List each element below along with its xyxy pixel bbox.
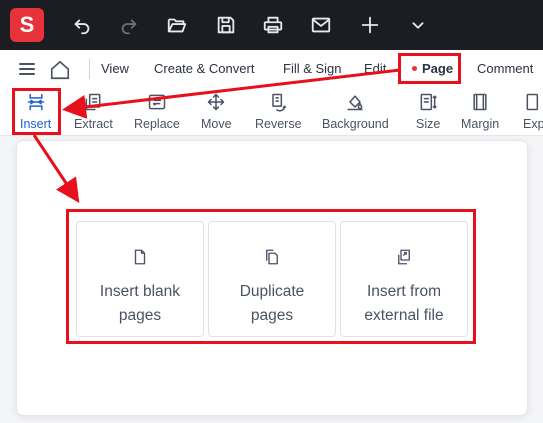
home-icon[interactable]	[49, 59, 71, 81]
email-icon[interactable]	[306, 10, 336, 40]
tool-reverse[interactable]: Reverse	[255, 92, 302, 131]
undo-icon[interactable]	[67, 10, 97, 40]
tool-move[interactable]: Move	[201, 92, 232, 131]
tool-replace-label: Replace	[134, 117, 180, 131]
save-icon[interactable]	[211, 10, 241, 40]
tool-export-label: Exp	[523, 117, 543, 131]
add-icon[interactable]	[355, 10, 385, 40]
app-logo[interactable]: S	[10, 8, 44, 42]
tool-margin-label: Margin	[461, 117, 500, 131]
menu-bar: View Create & Convert Fill & Sign Edit P…	[0, 50, 543, 88]
hamburger-menu-icon[interactable]	[18, 61, 36, 77]
menu-divider	[89, 59, 90, 79]
tool-size-label: Size	[416, 117, 441, 131]
page-toolbar: Insert Extract Replace Move Reverse Back…	[0, 88, 543, 136]
tool-export-truncated[interactable]: Exp	[523, 92, 543, 131]
menu-create-convert[interactable]: Create & Convert	[154, 61, 254, 76]
annotation-box-page-menu	[398, 53, 461, 84]
margin-icon	[473, 93, 487, 111]
reverse-icon	[272, 93, 287, 112]
annotation-box-insert-options	[66, 209, 476, 344]
open-folder-icon[interactable]	[162, 10, 192, 40]
export-icon	[526, 93, 538, 111]
tool-move-label: Move	[201, 117, 232, 131]
page-size-icon	[420, 93, 438, 111]
print-icon[interactable]	[258, 10, 288, 40]
title-bar: S	[0, 0, 543, 50]
menu-fill-sign[interactable]: Fill & Sign	[283, 61, 342, 76]
tool-extract[interactable]: Extract	[74, 92, 113, 131]
chevron-down-icon[interactable]	[403, 10, 433, 40]
tool-replace[interactable]: Replace	[134, 92, 180, 131]
tool-reverse-label: Reverse	[255, 117, 302, 131]
tool-margin[interactable]: Margin	[461, 92, 499, 131]
move-icon	[208, 93, 225, 111]
menu-view[interactable]: View	[101, 61, 129, 76]
tool-size[interactable]: Size	[416, 92, 440, 131]
menu-edit[interactable]: Edit	[364, 61, 386, 76]
menu-comment[interactable]: Comment	[477, 61, 533, 76]
extract-icon	[86, 93, 101, 111]
annotation-box-insert-tool	[12, 88, 61, 135]
paint-bucket-icon	[347, 95, 363, 111]
tool-background[interactable]: Background	[322, 92, 389, 131]
replace-icon	[148, 94, 166, 110]
redo-icon[interactable]	[114, 10, 144, 40]
tool-extract-label: Extract	[74, 117, 113, 131]
tool-background-label: Background	[322, 117, 389, 131]
